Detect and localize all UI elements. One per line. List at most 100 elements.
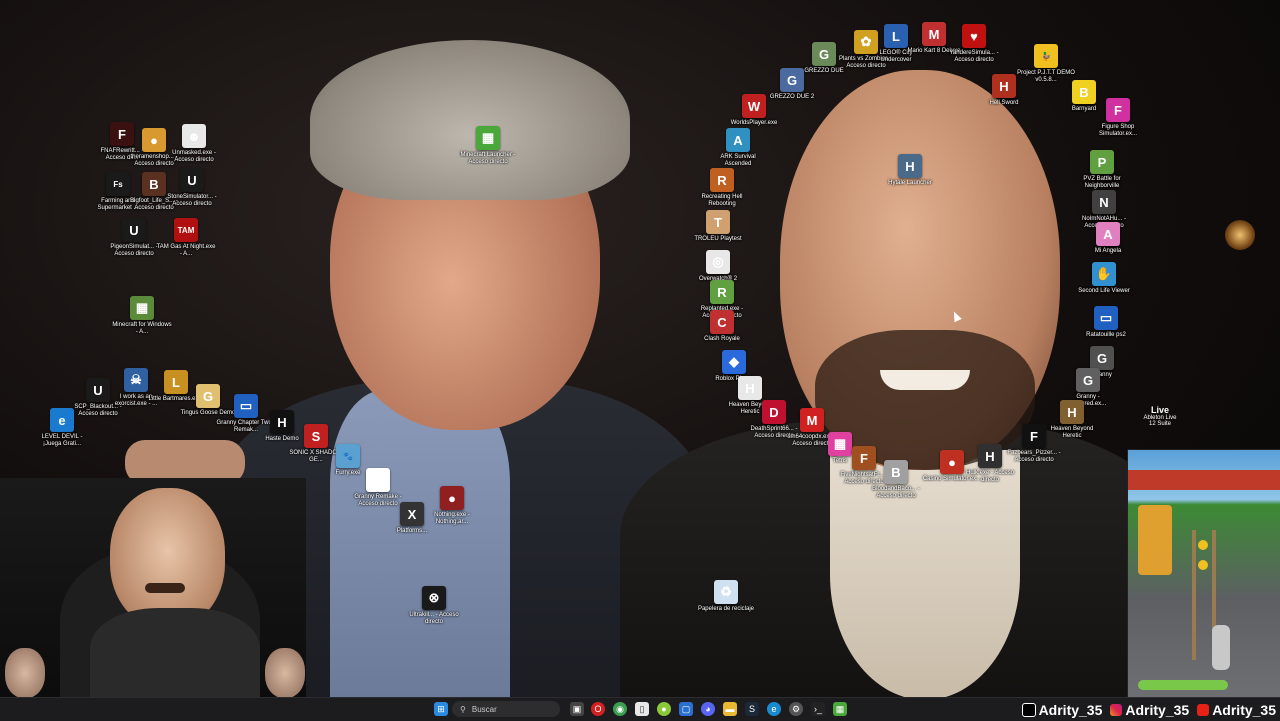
ark-survival-icon: A <box>726 128 750 152</box>
taskbar: ⊞ ⚲ Buscar ▣ O ◉ ▯ ● ▢ ◕ ▬ S e ⚙ ›_ ▦ Ad… <box>0 697 1280 721</box>
desktop-shortcut-label: Recreating Hell Rebooting <box>701 194 743 207</box>
minecraft-icon[interactable]: ▦ <box>833 702 847 716</box>
ultrakill-icon: ⊗ <box>422 586 446 610</box>
stone-simulator-icon: U <box>180 168 204 192</box>
replanted-icon: R <box>710 280 734 304</box>
noimnot-icon: N <box>1092 190 1116 214</box>
windows-start-icon[interactable]: ⊞ <box>434 702 448 716</box>
desktop-shortcut[interactable]: ♻ Papelera de reciclaje <box>696 580 756 613</box>
desktop-shortcut-label: Second Life Viewer <box>1078 288 1130 294</box>
granny-remake-icon: ▭ <box>366 468 390 492</box>
desktop-shortcut-label: ARK Survival Ascended <box>720 154 756 167</box>
opera-icon[interactable]: O <box>591 702 605 716</box>
desktop-shortcut-label: YandereSimula... - Acceso directo <box>949 50 999 63</box>
ableton-live-icon[interactable]: Live Ableton Live 12 Suite <box>1140 405 1180 427</box>
desktop-shortcut[interactable]: H Hell Sword <box>974 74 1034 107</box>
desktop-shortcut[interactable]: F Fazbears_Pizzer... - Acceso directo <box>1004 424 1064 464</box>
overwatch-icon: ◎ <box>706 250 730 274</box>
clash-royale-icon: C <box>710 310 734 334</box>
search-icon: ⚲ <box>460 704 466 714</box>
desktop-shortcut[interactable]: e LEVEL DEVIL - ¡Juega Grati... <box>32 408 92 448</box>
hell-sword-icon: H <box>992 74 1016 98</box>
roblox-player-icon: ◆ <box>722 350 746 374</box>
discord-icon[interactable]: ◕ <box>701 702 715 716</box>
desktop-shortcut[interactable]: P PVZ Battle for Neighborville <box>1072 150 1132 190</box>
desktop-shortcut[interactable]: U PigeonSimulat... - Acceso directo <box>104 218 164 258</box>
tiktok-handle: Adrity_35 <box>1021 702 1102 718</box>
yandere-simulator-icon: ♥ <box>962 24 986 48</box>
edge-icon[interactable]: e <box>767 702 781 716</box>
recreating-hell-icon: R <box>710 168 734 192</box>
desktop-shortcut-label: WorldsPlayer.exe <box>730 120 778 126</box>
tiktok-icon <box>1021 702 1036 717</box>
desktop-shortcut-label: TAM Gas At Night.exe - A... <box>156 244 216 257</box>
desktop-shortcut[interactable]: X Platforms... <box>382 502 442 535</box>
desktop-shortcut[interactable]: T TROLEU Playtest <box>688 210 748 243</box>
task-view-icon[interactable]: ▣ <box>570 702 584 716</box>
webcam-overlay <box>0 478 306 697</box>
hytale-launcher-icon: H <box>898 154 922 178</box>
desktop-shortcut[interactable]: R Recreating Hell Rebooting <box>692 168 752 208</box>
heaven-beyond-2-icon: H <box>1060 400 1084 424</box>
desktop-shortcut-label: BloodandBaco... - Acceso directo <box>872 486 920 499</box>
desktop-shortcut[interactable]: C Clash Royale <box>692 310 752 343</box>
level-devil-icon: e <box>50 408 74 432</box>
desktop-shortcut-label: Hytale Launcher <box>888 180 932 186</box>
desktop-shortcut[interactable]: U StoneSimulator... - Acceso directo <box>162 168 222 208</box>
second-life-icon: ✋ <box>1092 262 1116 286</box>
desktop-shortcut[interactable]: ◎ Overwatch® 2 <box>688 250 748 283</box>
desktop-shortcut[interactable]: ☻ Unmasked.exe - Acceso directo <box>164 124 224 164</box>
search-box[interactable]: ⚲ Buscar <box>452 701 560 717</box>
desktop-shortcut[interactable]: H Hytale Launcher <box>880 154 940 187</box>
mi-angela-icon: A <box>1096 222 1120 246</box>
subway-surfers-overlay <box>1127 449 1280 699</box>
live-label: Live <box>1150 405 1169 415</box>
desktop-shortcut-label: Minecraft Launcher - Acceso directo <box>460 152 516 165</box>
minecraft-windows-icon: ▦ <box>130 296 154 320</box>
minecraft-launcher-icon: ▦ <box>476 126 500 150</box>
pjtt-demo-icon: 🦆 <box>1034 44 1058 68</box>
app-blue-icon[interactable]: ▢ <box>679 702 693 716</box>
desktop-shortcut-label: PigeonSimulat... - Acceso directo <box>110 244 158 257</box>
desktop-shortcut-label: StoneSimulator... - Acceso directo <box>167 194 217 207</box>
heaven-beyond-icon: H <box>738 376 762 400</box>
desktop-shortcut[interactable]: TAM TAM Gas At Night.exe - A... <box>156 218 216 258</box>
settings-icon[interactable]: ⚙ <box>789 702 803 716</box>
grezzo-due-2-icon: G <box>780 68 804 92</box>
mario-kart-icon: M <box>922 22 946 46</box>
desktop-shortcut[interactable]: A Mi Angela <box>1078 222 1138 255</box>
desktop-shortcut[interactable]: ▦ Minecraft Launcher - Acceso directo <box>458 126 518 166</box>
exorcist-icon: ☠ <box>124 368 148 392</box>
desktop-shortcut[interactable]: A ARK Survival Ascended <box>708 128 768 168</box>
desktop-shortcut-label: Fazbears_Pizzer... - Acceso directo <box>1007 450 1061 463</box>
desktop-shortcut-label: Ratatouille ps2 <box>1086 332 1126 338</box>
youtube-icon <box>1197 703 1210 716</box>
desktop-shortcut-label: Figure Shop Simulator.ex... <box>1098 124 1137 137</box>
folder-icon[interactable]: ▬ <box>723 702 737 716</box>
grezzo-due-icon: G <box>812 42 836 66</box>
desktop-shortcut-label: TROLEU Playtest <box>694 236 742 242</box>
desktop-shortcut-label: Hulk.exe - Acceso directo <box>965 470 1015 483</box>
file-icon[interactable]: ▯ <box>635 702 649 716</box>
troleu-playtest-icon: T <box>706 210 730 234</box>
desktop-shortcut[interactable]: ▭ Ratatouille ps2 <box>1076 306 1136 339</box>
pigeon-simulator-icon: U <box>122 218 146 242</box>
desktop-shortcut[interactable]: W WorldsPlayer.exe <box>724 94 784 127</box>
desktop-shortcut[interactable]: ✋ Second Life Viewer <box>1074 262 1134 295</box>
desktop-shortcut-label: PVZ Battle for Neighborville <box>1083 176 1121 189</box>
ratatouille-icon: ▭ <box>1094 306 1118 330</box>
desktop-shortcut[interactable]: ⊗ Ultrakill... - Acceso directo <box>404 586 464 626</box>
desktop-shortcut[interactable]: ♥ YandereSimula... - Acceso directo <box>944 24 1004 64</box>
desktop-shortcut[interactable]: B BloodandBaco... - Acceso directo <box>866 460 926 500</box>
steam-icon[interactable]: S <box>745 702 759 716</box>
desktop-shortcut-label: LEVEL DEVIL - ¡Juega Grati... <box>41 434 83 447</box>
app-green-icon[interactable]: ● <box>657 702 671 716</box>
chrome-icon[interactable]: ◉ <box>613 702 627 716</box>
desktop-shortcut[interactable]: ▦ Minecraft for Windows - A... <box>112 296 172 336</box>
desktop-shortcut[interactable]: F Figure Shop Simulator.ex... <box>1088 98 1148 138</box>
terminal-icon[interactable]: ›_ <box>811 702 825 716</box>
instagram-handle: Adrity_35 <box>1110 702 1189 718</box>
unmasked-icon: ☻ <box>182 124 206 148</box>
instagram-icon <box>1110 703 1123 716</box>
fazbears-pizzeria-icon: F <box>1022 424 1046 448</box>
